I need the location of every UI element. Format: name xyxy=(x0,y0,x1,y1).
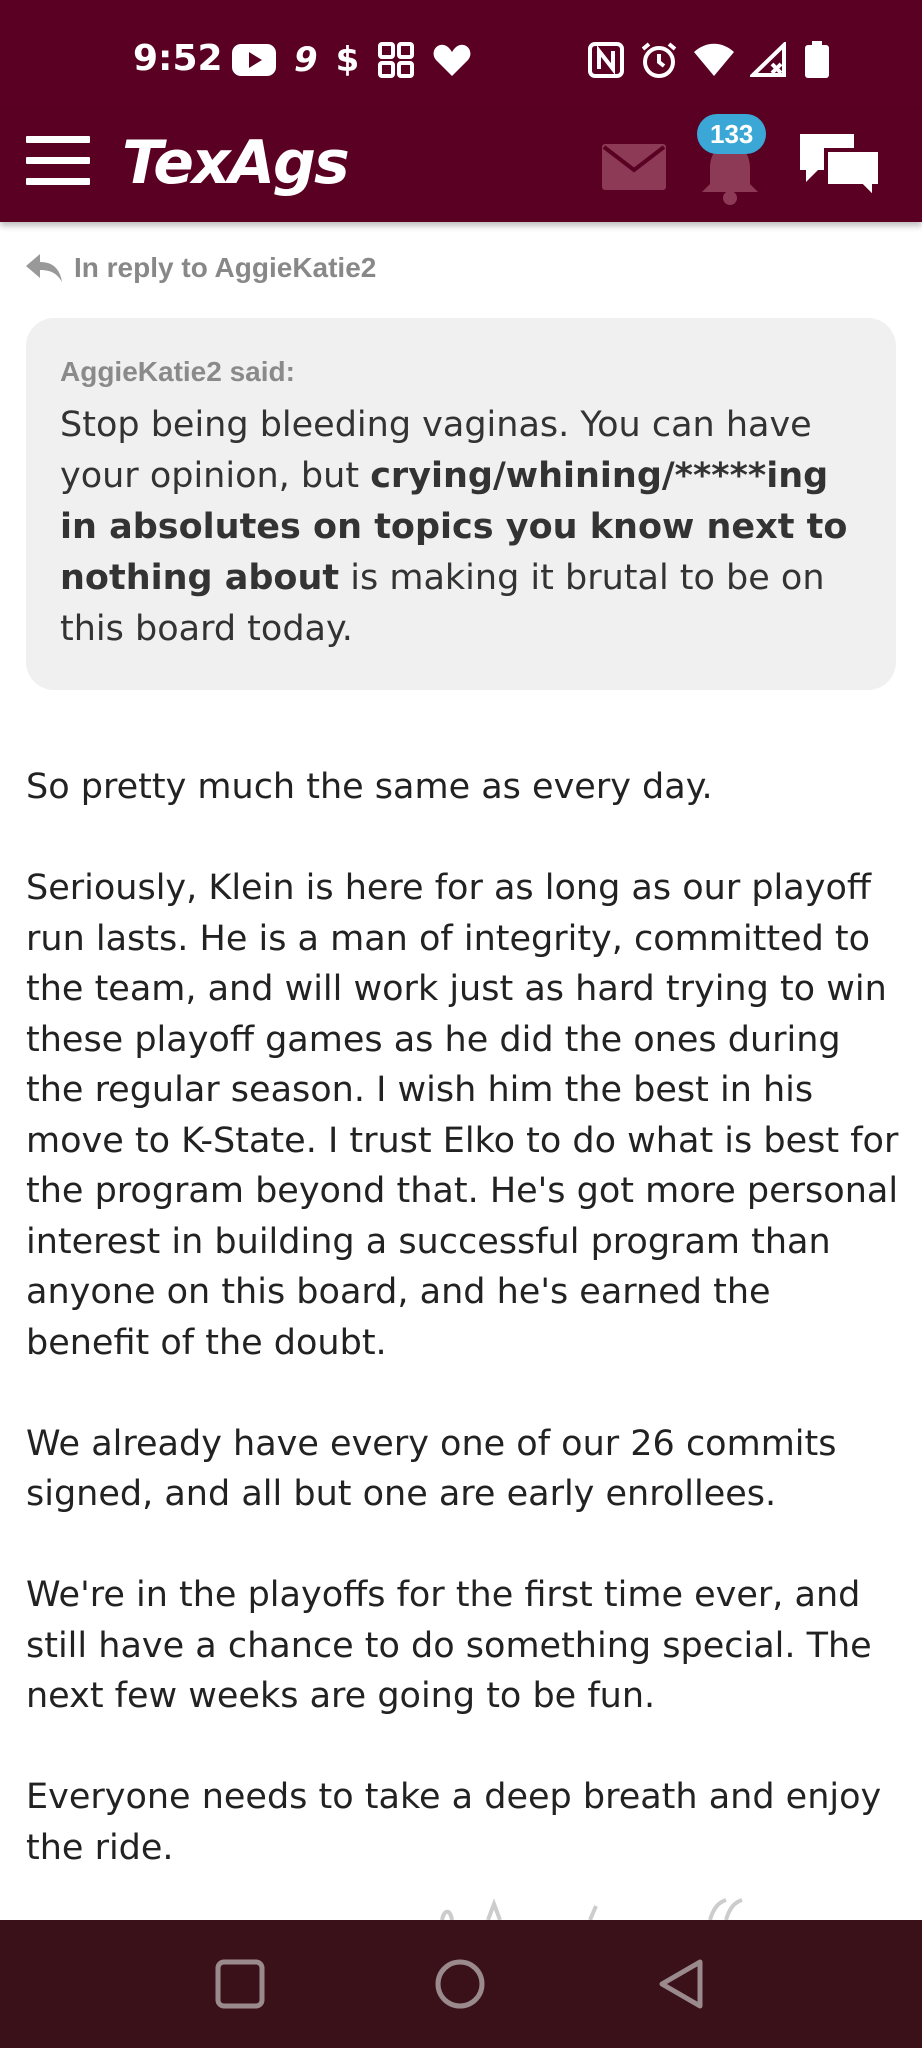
status-icons-left: 9 $ xyxy=(232,40,471,80)
status-bar: 9:52 9 $ xyxy=(0,0,922,110)
signature-partial xyxy=(430,1896,750,1921)
alarm-icon xyxy=(640,40,678,80)
post-paragraph: So pretty much the same as every day. xyxy=(26,767,713,807)
recents-square-icon[interactable] xyxy=(210,1954,270,2014)
app-bar: TexAgs 133 xyxy=(0,110,922,222)
back-triangle-icon[interactable] xyxy=(652,1954,712,2014)
texags-logo[interactable]: TexAgs xyxy=(122,128,350,198)
post-paragraph: We already have every one of our 26 comm… xyxy=(26,1423,837,1515)
home-circle-icon[interactable] xyxy=(430,1954,490,2014)
wifi-icon xyxy=(694,40,734,80)
menu-icon[interactable] xyxy=(26,136,90,192)
notification-badge: 133 xyxy=(697,114,767,154)
quote-author: AggieKatie2 said: xyxy=(60,356,295,387)
nfc-icon xyxy=(588,40,624,80)
heart-icon xyxy=(433,40,471,80)
system-nav-bar xyxy=(0,1920,922,2048)
mail-icon[interactable] xyxy=(602,144,666,190)
reply-indicator[interactable]: In reply to AggieKatie2 xyxy=(24,252,376,284)
chat-icon[interactable] xyxy=(796,130,882,204)
reply-arrow-icon xyxy=(26,254,62,282)
post-paragraph: Seriously, Klein is here for as long as … xyxy=(26,868,899,1363)
quote-block: AggieKatie2 said: Stop being bleeding va… xyxy=(26,318,896,690)
quote-text: Stop being bleeding vaginas. You can hav… xyxy=(60,400,862,655)
nine-icon: 9 xyxy=(294,40,318,80)
post-paragraph: We're in the playoffs for the first time… xyxy=(26,1575,872,1716)
status-time: 9:52 xyxy=(133,38,223,79)
battery-icon xyxy=(804,40,830,80)
status-icons-right xyxy=(588,40,830,80)
post-paragraph: Everyone needs to take a deep breath and… xyxy=(26,1777,882,1868)
reply-prefix: In reply to AggieKatie2 xyxy=(74,252,377,283)
post-body: So pretty much the same as every day. Se… xyxy=(26,762,902,1924)
youtube-icon xyxy=(232,40,276,80)
grid-icon xyxy=(377,40,415,80)
dollar-icon: $ xyxy=(335,40,360,80)
signal-icon xyxy=(750,40,788,80)
